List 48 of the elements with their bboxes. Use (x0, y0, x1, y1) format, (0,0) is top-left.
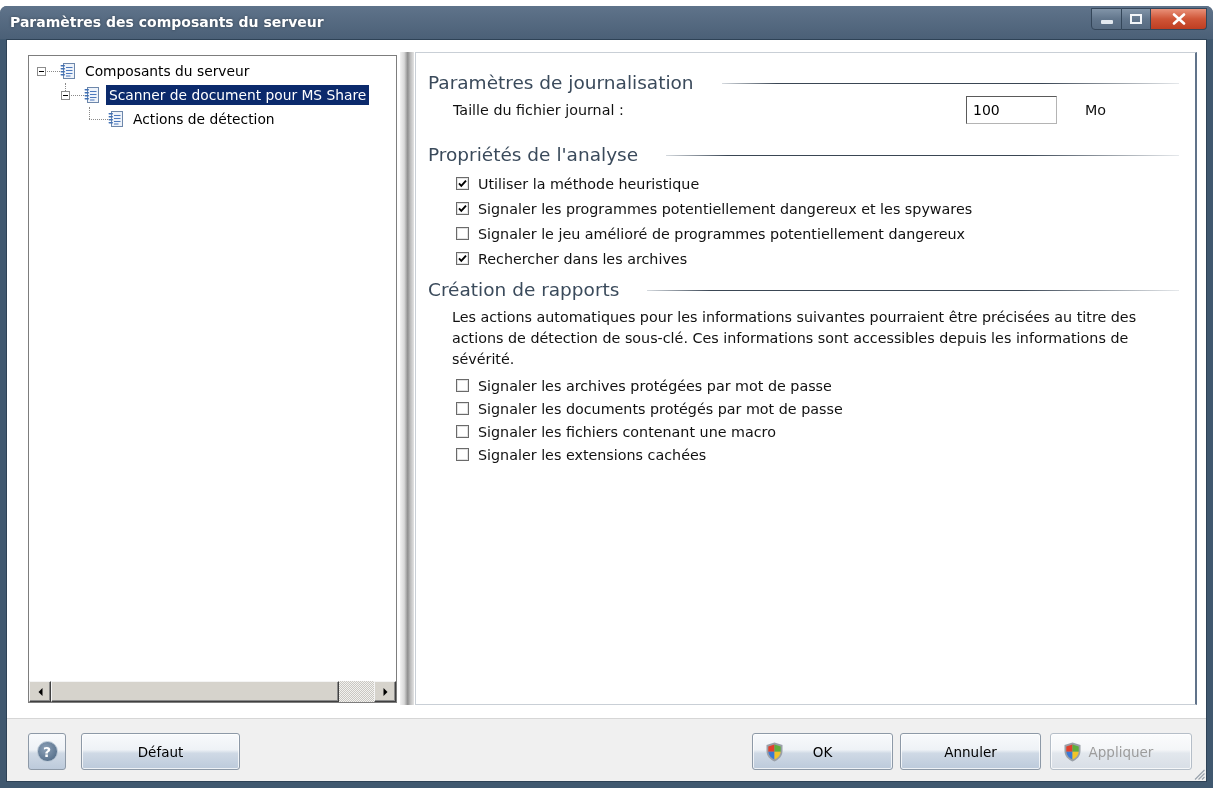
maximize-icon (1130, 14, 1142, 24)
scroll-left-button[interactable] (29, 681, 51, 702)
checkbox-label[interactable]: Signaler les archives protégées par mot de passe (478, 377, 832, 394)
dialog-button[interactable]: Annuler (900, 733, 1041, 770)
minimize-icon (1100, 20, 1113, 24)
checkbox[interactable] (456, 448, 469, 461)
dialog-button[interactable]: Défaut (81, 733, 240, 770)
unit-label: Mo (1085, 102, 1108, 118)
description-text: Les actions automatiques pour les informations suivantes pourraient être précisées au titre des actions de détection de sous-clé. Ces informations sont accessibles depuis les informations de sévérité. (452, 308, 1138, 369)
minus-box-icon[interactable] (61, 90, 70, 100)
tree-item[interactable]: Composants du serveur (82, 61, 253, 81)
scrollbar-thumb[interactable] (51, 681, 339, 702)
window-title: Paramètres des composants du serveur (10, 14, 324, 30)
checkbox[interactable] (456, 227, 469, 240)
checkbox[interactable] (456, 252, 469, 265)
horizontal-scrollbar[interactable] (29, 681, 396, 702)
checkbox[interactable] (456, 402, 469, 415)
maximize-button[interactable] (1122, 8, 1151, 30)
section-heading: Création de rapports (428, 278, 620, 302)
minus-box-icon[interactable] (37, 66, 46, 76)
checkbox-label[interactable]: Rechercher dans les archives (478, 250, 688, 267)
tree-item[interactable]: Scanner de document pour MS Share (106, 85, 370, 105)
checkbox[interactable] (456, 425, 469, 438)
scroll-right-button[interactable] (374, 681, 396, 702)
resize-grip-icon[interactable] (1193, 768, 1205, 780)
document-icon (84, 86, 100, 104)
close-button[interactable] (1151, 8, 1207, 30)
document-icon (108, 110, 124, 128)
checkbox-label[interactable]: Signaler le jeu amélioré de programmes potentiellement dangereux (478, 225, 966, 242)
input-field[interactable]: 100 (966, 96, 1057, 124)
checkbox-label[interactable]: Signaler les extensions cachées (478, 446, 707, 463)
left-triangle-icon (37, 687, 43, 696)
close-icon (1171, 13, 1186, 25)
dialog-button[interactable]: OK (752, 733, 893, 770)
minimize-button[interactable] (1091, 8, 1122, 30)
section-heading: Paramètres de journalisation (428, 71, 694, 95)
checkbox-label[interactable]: Signaler les documents protégés par mot de passe (478, 400, 843, 417)
checkbox-label[interactable]: Signaler les fichiers contenant une macro (478, 423, 776, 440)
checkbox-label[interactable]: Utiliser la méthode heuristique (478, 175, 700, 192)
checkbox[interactable] (456, 379, 469, 392)
section-heading: Propriétés de l'analyse (428, 143, 639, 167)
checkbox[interactable] (456, 202, 469, 215)
field-label: Taille du fichier journal : (453, 102, 625, 118)
right-triangle-icon (382, 687, 388, 696)
document-icon (60, 62, 76, 80)
tree-item[interactable]: Actions de détection (130, 109, 278, 129)
checkbox[interactable] (456, 177, 469, 190)
checkbox-label[interactable]: Signaler les programmes potentiellement dangereux et les spywares (478, 200, 973, 217)
